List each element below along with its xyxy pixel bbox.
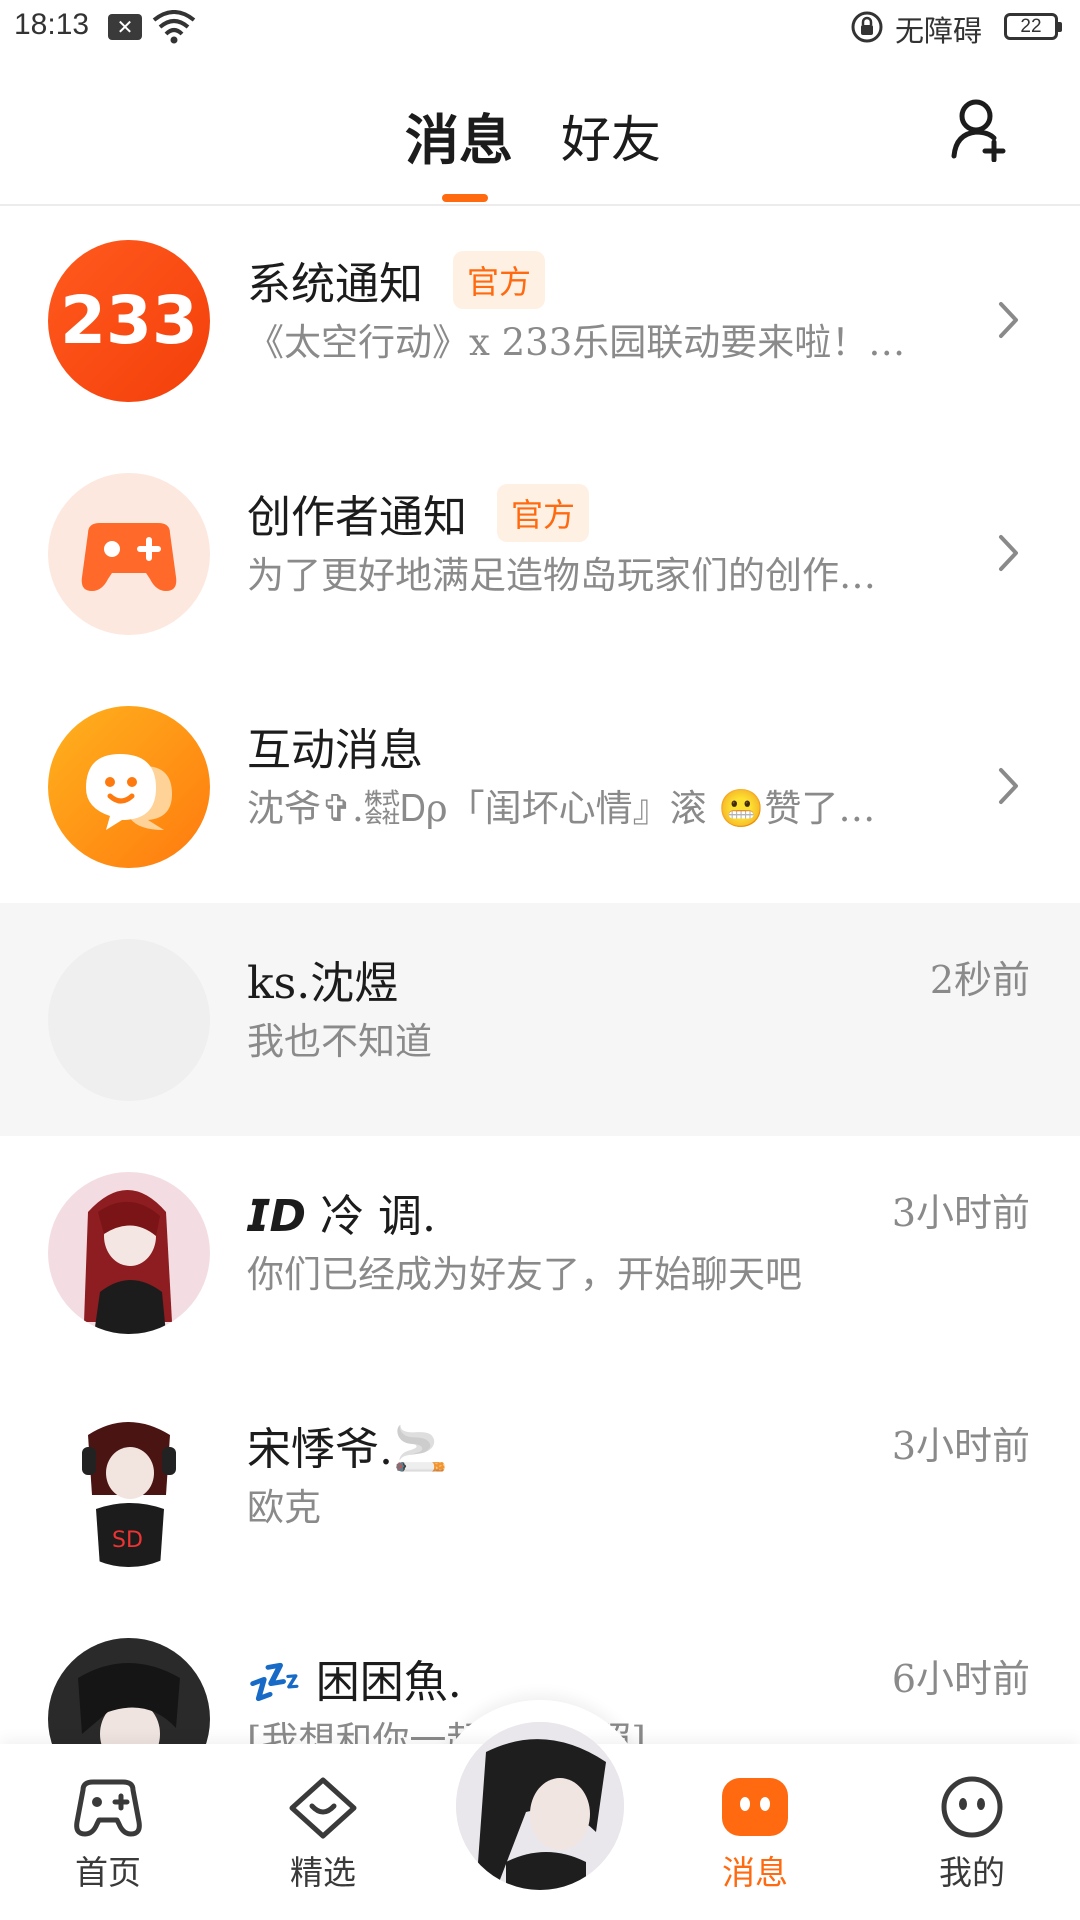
- face-icon: [941, 1776, 1003, 1838]
- conversation-title: ks.沈煜: [247, 958, 399, 1009]
- status-time: 18:13: [14, 8, 90, 41]
- x-box-icon: ✕: [108, 14, 142, 40]
- chevron-right-icon: [999, 535, 1018, 571]
- conversation-title: 互动消息: [247, 725, 423, 776]
- conversation-title-text: 系统通知: [247, 259, 423, 310]
- official-badge: 官方: [453, 251, 546, 309]
- center-avatar-button[interactable]: [456, 1722, 624, 1890]
- conversation-preview: 为了更好地满足造物岛玩家们的创作…: [247, 554, 876, 597]
- lock-rotation-icon: [851, 11, 883, 43]
- conversation-preview: 你们已经成为好友了，开始聊天吧: [247, 1253, 802, 1296]
- avatar: SD: [48, 1405, 210, 1567]
- add-user-icon[interactable]: [950, 96, 1010, 162]
- conversation-preview: 沈爷✞.㍿Ꭰρ「闺坏心情』滚 😬赞了…: [247, 787, 876, 830]
- avatar-233-text: 233: [60, 282, 198, 359]
- heart-tag-icon: [289, 1777, 357, 1839]
- avatar-233: 233: [48, 240, 210, 402]
- conversation-preview: 我也不知道: [247, 1020, 432, 1063]
- conversation-creator-notice[interactable]: 创作者通知 官方 为了更好地满足造物岛玩家们的创作…: [0, 437, 1080, 670]
- chevron-right-icon: [999, 768, 1018, 804]
- conversation-time: 3小时前: [891, 1191, 1030, 1235]
- conversation-time: 3小时前: [891, 1424, 1030, 1468]
- conversation-preview: 《太空行动》x 233乐园联动要来啦！…: [247, 321, 906, 364]
- battery-indicator: 22: [1004, 13, 1062, 40]
- conversation-title: 系统通知 官方: [247, 248, 546, 312]
- conversation-song-jiye[interactable]: SD 宋悸爷.🚬 3小时前 欧克: [0, 1369, 1080, 1602]
- avatar: [48, 1172, 210, 1334]
- conversation-title: 宋悸爷.🚬: [247, 1424, 448, 1475]
- tab-friends[interactable]: 好友: [561, 100, 661, 172]
- nav-messages[interactable]: 消息: [680, 1774, 830, 1894]
- conversation-time: 6小时前: [891, 1657, 1030, 1701]
- gamepad-icon: [74, 1779, 142, 1837]
- nav-label: 首页: [75, 1853, 141, 1892]
- chat-bubble-avatar-icon: [48, 706, 210, 868]
- svg-text:SD: SD: [112, 1528, 143, 1553]
- chevron-right-icon: [999, 302, 1018, 338]
- conversation-interactions[interactable]: 互动消息 沈爷✞.㍿Ꭰρ「闺坏心情』滚 😬赞了…: [0, 670, 1080, 903]
- nav-home[interactable]: 首页: [33, 1774, 183, 1894]
- nav-featured[interactable]: 精选: [248, 1774, 398, 1894]
- conversation-title: 创作者通知 官方: [247, 481, 590, 545]
- avatar: [48, 939, 210, 1101]
- accessibility-label: 无障碍: [895, 14, 983, 48]
- top-header: 消息 好友: [0, 56, 1080, 206]
- conversation-time: 2秒前: [929, 958, 1030, 1002]
- status-bar: 18:13 ✕ 无障碍 22: [0, 0, 1080, 56]
- conversation-ks-shenyu[interactable]: ks.沈煜 2秒前 我也不知道: [0, 903, 1080, 1136]
- gamepad-avatar-icon: [48, 473, 210, 635]
- conversation-title-text: 创作者通知: [247, 492, 467, 543]
- nav-label: 精选: [290, 1853, 356, 1892]
- wifi-icon: [152, 10, 196, 44]
- conversation-preview: 欧克: [247, 1486, 321, 1529]
- nav-label: 消息: [722, 1853, 788, 1892]
- nav-profile[interactable]: 我的: [897, 1774, 1047, 1894]
- active-tab-indicator: [442, 194, 488, 202]
- conversation-title: 💤 困困魚.: [247, 1657, 462, 1708]
- official-badge: 官方: [497, 484, 590, 542]
- conversation-id-lengdiao[interactable]: 𝙄𝘿 冷 调. 3小时前 你们已经成为好友了，开始聊天吧: [0, 1136, 1080, 1369]
- tab-messages[interactable]: 消息: [405, 96, 513, 175]
- conversation-title: 𝙄𝘿 冷 调.: [247, 1191, 437, 1242]
- message-icon: [722, 1778, 788, 1836]
- conversation-system-notice[interactable]: 233 系统通知 官方 《太空行动》x 233乐园联动要来啦！…: [0, 204, 1080, 437]
- nav-label: 我的: [939, 1853, 1005, 1892]
